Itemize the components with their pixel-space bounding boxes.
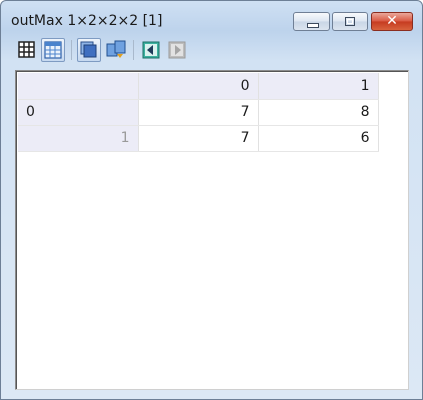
close-icon: ✕ <box>386 13 398 29</box>
toolbar-separator <box>133 40 134 60</box>
maximize-button[interactable] <box>332 12 368 31</box>
grid-view-button[interactable] <box>15 38 39 62</box>
title-bar[interactable]: outMax 1×2×2×2 [1] ✕ <box>1 1 422 37</box>
previous-page-icon <box>142 41 160 59</box>
matrix-viewer-window: outMax 1×2×2×2 [1] ✕ 0 1 0 7 8 1 7 6 <box>0 0 423 400</box>
window-title: outMax 1×2×2×2 [1] <box>11 13 163 29</box>
layers-button[interactable] <box>77 38 101 62</box>
table-row: 1 7 6 <box>18 125 379 152</box>
table-cell[interactable]: 7 <box>138 125 259 152</box>
toolbar <box>11 38 411 64</box>
grid-icon <box>18 41 35 58</box>
copy-pages-icon <box>106 40 126 58</box>
corner-cell <box>18 73 139 100</box>
table-cell[interactable]: 6 <box>258 125 379 152</box>
matrix-table: 0 1 0 7 8 1 7 6 <box>18 73 379 152</box>
next-page-icon <box>168 41 186 59</box>
minimize-icon <box>307 23 319 28</box>
table-cell[interactable]: 7 <box>138 99 259 126</box>
column-header[interactable]: 1 <box>258 73 379 100</box>
row-header[interactable]: 0 <box>18 99 139 126</box>
table-view-button[interactable] <box>41 38 65 62</box>
copy-pages-button[interactable] <box>104 38 128 62</box>
row-header[interactable]: 1 <box>18 125 139 152</box>
previous-page-button[interactable] <box>139 38 163 62</box>
layers-icon <box>80 41 97 58</box>
table-cell[interactable]: 8 <box>258 99 379 126</box>
table-row: 0 7 8 <box>18 99 379 126</box>
column-header-row: 0 1 <box>18 73 379 100</box>
close-button[interactable]: ✕ <box>371 12 413 31</box>
minimize-button[interactable] <box>293 12 330 31</box>
matrix-table-area[interactable]: 0 1 0 7 8 1 7 6 <box>15 70 409 390</box>
table-view-icon <box>44 41 62 59</box>
toolbar-separator <box>71 40 72 60</box>
column-header[interactable]: 0 <box>138 73 259 100</box>
maximize-icon <box>345 17 355 26</box>
next-page-button[interactable] <box>165 38 189 62</box>
